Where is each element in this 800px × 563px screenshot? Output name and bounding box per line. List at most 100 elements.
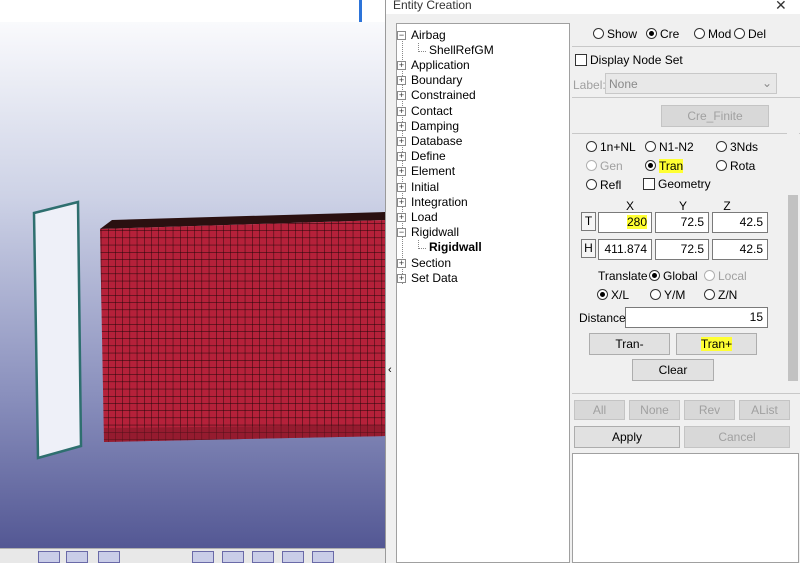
expand-icon[interactable]: +: [397, 274, 406, 283]
radio-show[interactable]: [593, 28, 604, 39]
tree-item-set-data[interactable]: + Set Data: [397, 271, 458, 286]
clear-button[interactable]: Clear: [632, 359, 714, 381]
expand-icon[interactable]: +: [397, 183, 406, 192]
cancel-button[interactable]: Cancel: [684, 426, 790, 448]
radio-xl[interactable]: [597, 289, 608, 300]
tree-item-application[interactable]: + Application: [397, 58, 470, 73]
message-list[interactable]: [572, 453, 799, 563]
radio-rota[interactable]: [716, 160, 727, 171]
options-scrollbar[interactable]: [787, 133, 799, 393]
expand-icon[interactable]: +: [397, 198, 406, 207]
method-n1-n2[interactable]: N1-N2: [645, 140, 694, 154]
radio-ym[interactable]: [650, 289, 661, 300]
expand-icon[interactable]: +: [397, 91, 406, 100]
tran-minus-button[interactable]: Tran-: [589, 333, 670, 355]
reverse-button[interactable]: Rev: [684, 400, 735, 420]
expand-icon[interactable]: +: [397, 213, 406, 222]
radio-del[interactable]: [734, 28, 745, 39]
geometry-option[interactable]: Geometry: [643, 177, 711, 191]
chevron-left-icon[interactable]: ‹: [388, 364, 392, 376]
mode-show[interactable]: Show: [593, 27, 637, 41]
head-z-field[interactable]: 42.5: [712, 239, 768, 260]
radio-global[interactable]: [649, 270, 660, 281]
axis-ym[interactable]: Y/M: [650, 288, 685, 302]
method-1n-nl[interactable]: 1n+NL: [586, 140, 636, 154]
mode-mod[interactable]: Mod: [694, 27, 731, 41]
radio-3nds[interactable]: [716, 141, 727, 152]
select-all-button[interactable]: All: [574, 400, 625, 420]
mode-del[interactable]: Del: [734, 27, 766, 41]
tree-item-element[interactable]: + Element: [397, 164, 455, 179]
collapse-icon[interactable]: −: [397, 31, 406, 40]
tree-item-airbag[interactable]: − Airbag: [397, 28, 446, 43]
tail-z-field[interactable]: 42.5: [712, 212, 768, 233]
method-refl[interactable]: Refl: [586, 178, 621, 192]
view-icon[interactable]: [38, 551, 60, 563]
axis-xl[interactable]: X/L: [597, 288, 629, 302]
tree-item-integration[interactable]: + Integration: [397, 195, 468, 210]
tree-item-boundary[interactable]: + Boundary: [397, 73, 462, 88]
radio-zn[interactable]: [704, 289, 715, 300]
tree-item-section[interactable]: + Section: [397, 256, 451, 271]
tail-y-field[interactable]: 72.5: [655, 212, 709, 233]
keyword-tree[interactable]: − Airbag ShellRefGM + Application + Boundar…: [396, 23, 570, 563]
apply-button[interactable]: Apply: [574, 426, 680, 448]
radio-local[interactable]: [704, 270, 715, 281]
method-rota[interactable]: Rota: [716, 159, 755, 173]
tree-item-contact[interactable]: + Contact: [397, 104, 452, 119]
radio-gen[interactable]: [586, 160, 597, 171]
tree-item-shellrefgm[interactable]: ShellRefGM: [429, 43, 494, 58]
view-icon[interactable]: [98, 551, 120, 563]
alist-button[interactable]: AList: [739, 400, 790, 420]
collapse-icon[interactable]: −: [397, 228, 406, 237]
tree-item-load[interactable]: + Load: [397, 210, 438, 225]
expand-icon[interactable]: +: [397, 152, 406, 161]
radio-n1-n2[interactable]: [645, 141, 656, 152]
expand-icon[interactable]: +: [397, 76, 406, 85]
scrollbar-thumb[interactable]: [788, 195, 798, 381]
tree-item-initial[interactable]: + Initial: [397, 180, 439, 195]
translate-local[interactable]: Local: [704, 269, 747, 283]
view-icon[interactable]: [192, 551, 214, 563]
view-icon[interactable]: [66, 551, 88, 563]
tree-item-rigidwall[interactable]: − Rigidwall: [397, 225, 459, 240]
cre-finite-button[interactable]: Cre_Finite: [661, 105, 769, 127]
tree-item-define[interactable]: + Define: [397, 149, 446, 164]
model-viewport[interactable]: [0, 0, 385, 563]
mode-cre[interactable]: Cre: [646, 27, 679, 41]
expand-icon[interactable]: +: [397, 61, 406, 70]
tail-x-field[interactable]: 280: [598, 212, 652, 233]
tail-button[interactable]: T: [581, 212, 596, 231]
expand-icon[interactable]: +: [397, 137, 406, 146]
radio-refl[interactable]: [586, 179, 597, 190]
view-icon[interactable]: [222, 551, 244, 563]
radio-cre[interactable]: [646, 28, 657, 39]
axis-zn[interactable]: Z/N: [704, 288, 737, 302]
tran-plus-button[interactable]: Tran+: [676, 333, 757, 355]
method-3nds[interactable]: 3Nds: [716, 140, 758, 154]
tree-item-database[interactable]: + Database: [397, 134, 462, 149]
head-y-field[interactable]: 72.5: [655, 239, 709, 260]
expand-icon[interactable]: +: [397, 259, 406, 268]
view-icon[interactable]: [252, 551, 274, 563]
select-none-button[interactable]: None: [629, 400, 680, 420]
radio-tran[interactable]: [645, 160, 656, 171]
collapse-bar[interactable]: ‹: [386, 14, 396, 563]
expand-icon[interactable]: +: [397, 122, 406, 131]
label-select[interactable]: None ⌄: [605, 73, 777, 94]
view-icon[interactable]: [312, 551, 334, 563]
expand-icon[interactable]: +: [397, 107, 406, 116]
display-node-set-checkbox[interactable]: [575, 54, 587, 66]
method-tran[interactable]: Tran: [645, 159, 684, 173]
head-x-field[interactable]: 411.874: [598, 239, 652, 260]
tree-item-damping[interactable]: + Damping: [397, 119, 459, 134]
tree-item-rigidwall-child[interactable]: Rigidwall: [429, 240, 482, 255]
method-gen[interactable]: Gen: [586, 159, 623, 173]
translate-global[interactable]: Global: [649, 269, 698, 283]
close-icon[interactable]: ✕: [775, 0, 787, 14]
head-button[interactable]: H: [581, 239, 596, 258]
radio-mod[interactable]: [694, 28, 705, 39]
distance-field[interactable]: 15: [625, 307, 768, 328]
geometry-checkbox[interactable]: [643, 178, 655, 190]
expand-icon[interactable]: +: [397, 167, 406, 176]
